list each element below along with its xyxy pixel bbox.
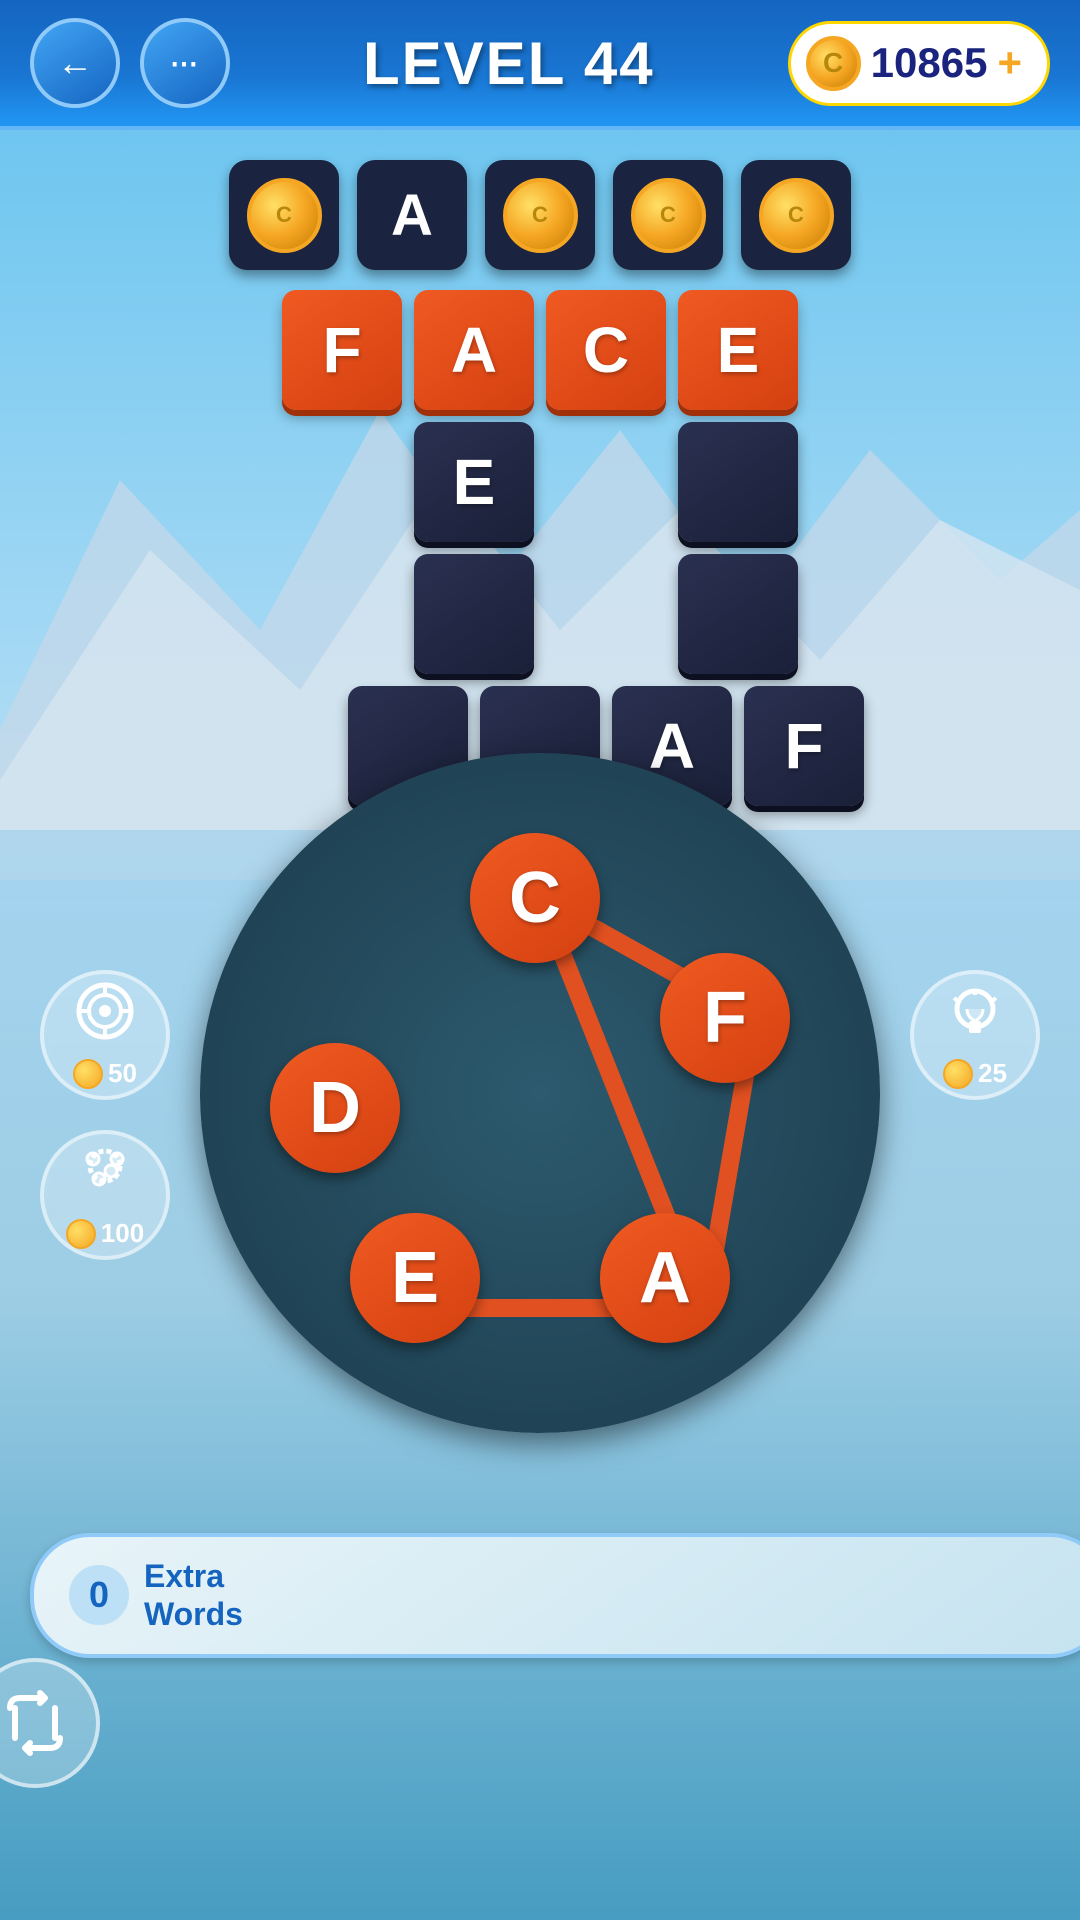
letter-node-c[interactable]: C xyxy=(470,833,600,963)
reward-coin-5: C xyxy=(759,178,834,253)
hint-power-btn[interactable]: 25 xyxy=(910,970,1040,1100)
coins-plus: + xyxy=(997,39,1022,87)
target-cost-row: 50 xyxy=(73,1058,137,1089)
shuffle-icon xyxy=(75,1141,135,1213)
letter-node-d[interactable]: D xyxy=(270,1043,400,1173)
cell-1-3: C xyxy=(546,290,666,410)
wheel-circle: C D E A F xyxy=(200,753,880,1433)
extra-words-button[interactable]: 0 ExtraWords xyxy=(30,1533,1080,1658)
cell-1-1: F xyxy=(282,290,402,410)
target-power-btn[interactable]: 50 xyxy=(40,970,170,1100)
cell-1-2: A xyxy=(414,290,534,410)
coins-amount: 10865 xyxy=(871,39,988,87)
main-content: C A C C C F A C E E xyxy=(0,130,1080,1920)
shuffle-cost-coin xyxy=(66,1219,96,1249)
target-cost-text: 50 xyxy=(108,1058,137,1089)
header-left: ← ⋯ xyxy=(30,18,230,108)
letter-wheel: C D E A F xyxy=(200,753,880,1433)
back-button[interactable]: ← xyxy=(30,18,120,108)
shuffle-arrows-icon xyxy=(0,1688,70,1758)
hint-cost-coin xyxy=(943,1059,973,1089)
cell-2-3 xyxy=(678,422,798,542)
letter-node-e[interactable]: E xyxy=(350,1213,480,1343)
letter-node-f[interactable]: F xyxy=(660,953,790,1083)
coin-icon: C xyxy=(806,36,861,91)
cell-2-1: E xyxy=(414,422,534,542)
shuffle-power-btn[interactable]: 100 xyxy=(40,1130,170,1260)
hint-cost-row: 25 xyxy=(943,1058,1007,1089)
rewards-row: C A C C C xyxy=(0,130,1080,290)
reward-tile-2: A xyxy=(357,160,467,270)
reward-tile-3: C xyxy=(485,160,595,270)
shuffle-cost-text: 100 xyxy=(101,1218,144,1249)
reward-coin-4: C xyxy=(631,178,706,253)
hint-icon xyxy=(945,981,1005,1053)
reward-tile-1: C xyxy=(229,160,339,270)
grid-row-3 xyxy=(282,554,798,674)
letter-node-a[interactable]: A xyxy=(600,1213,730,1343)
reward-letter-a: A xyxy=(391,182,433,249)
grid-row-1: F A C E xyxy=(282,290,798,410)
bottom-shuffle-button[interactable] xyxy=(0,1658,100,1788)
target-icon xyxy=(75,981,135,1053)
level-title: LEVEL 44 xyxy=(363,29,655,98)
target-cost-coin xyxy=(73,1059,103,1089)
menu-button[interactable]: ⋯ xyxy=(140,18,230,108)
reward-tile-4: C xyxy=(613,160,723,270)
extra-words-label: ExtraWords xyxy=(144,1557,243,1634)
cell-3-3 xyxy=(678,554,798,674)
header: ← ⋯ LEVEL 44 C 10865 + xyxy=(0,0,1080,130)
cell-1-4: E xyxy=(678,290,798,410)
reward-coin-3: C xyxy=(503,178,578,253)
reward-coin-1: C xyxy=(247,178,322,253)
extra-words-count: 0 xyxy=(69,1565,129,1625)
grid-row-2: E xyxy=(282,422,798,542)
reward-tile-5: C xyxy=(741,160,851,270)
shuffle-cost-row: 100 xyxy=(66,1218,144,1249)
hint-cost-text: 25 xyxy=(978,1058,1007,1089)
cell-3-1 xyxy=(414,554,534,674)
coins-badge[interactable]: C 10865 + xyxy=(788,21,1050,106)
